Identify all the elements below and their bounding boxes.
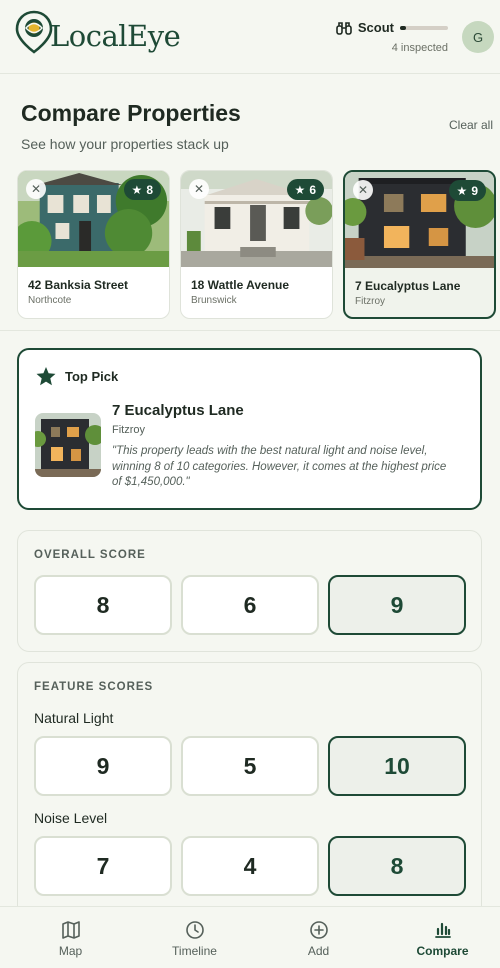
top-pick-card[interactable]: Top Pick 7 Eucalyptus Lane Fitzroy "This…: [17, 348, 482, 510]
feature-scores-title: FEATURE SCORES: [34, 681, 154, 693]
score-value: 6: [309, 182, 316, 197]
property-card-selected[interactable]: ✕ ★ 9 7 Eucalyptus Lane Fitzroy: [343, 170, 496, 319]
score-cell: 6: [181, 575, 319, 635]
overall-score-title: OVERALL SCORE: [34, 549, 146, 561]
bottom-tab-bar: Map Timeline Add Compare: [0, 906, 500, 968]
map-icon: [61, 921, 80, 939]
score-value: 8: [146, 182, 153, 197]
star-icon: ★: [131, 182, 143, 197]
location-pin-icon: [15, 10, 53, 54]
score-cell: 8: [34, 575, 172, 635]
score-badge: ★ 8: [123, 179, 161, 200]
page-title: Compare Properties: [21, 100, 241, 126]
property-suburb: Northcote: [28, 295, 72, 306]
tab-add[interactable]: Add: [256, 907, 381, 968]
app-header: LocalEye Scout 4 inspected G: [0, 0, 500, 74]
divider: [0, 330, 500, 331]
score-value: 9: [471, 183, 478, 198]
score-cell-best: 8: [328, 836, 466, 896]
close-icon: ✕: [357, 183, 369, 197]
score-cell: 7: [34, 836, 172, 896]
property-cards: ✕ ★ 8 42 Banksia Street Northcote ✕ ★ 6 …: [17, 170, 500, 320]
score-cell: 9: [34, 736, 172, 796]
property-card[interactable]: ✕ ★ 6 18 Wattle Avenue Brunswick: [180, 170, 333, 319]
close-icon: ✕: [193, 182, 205, 196]
feature-scores-panel: FEATURE SCORES Natural Light 9 5 10 Nois…: [17, 662, 482, 922]
scout-progress-fill: [400, 25, 406, 30]
overall-score-row: 8 6 9: [34, 575, 466, 635]
close-icon: ✕: [30, 182, 42, 196]
score-badge: ★ 9: [448, 180, 486, 201]
tab-label: Compare: [416, 944, 469, 958]
top-pick-suburb: Fitzroy: [112, 424, 145, 436]
binoculars-icon: [336, 21, 352, 35]
property-name: 18 Wattle Avenue: [191, 278, 290, 292]
overall-score-panel: OVERALL SCORE 8 6 9: [17, 530, 482, 652]
remove-property-button[interactable]: ✕: [353, 180, 373, 200]
avatar[interactable]: G: [462, 21, 494, 53]
tab-label: Add: [307, 944, 330, 958]
feature-score-row: 9 5 10: [34, 736, 466, 796]
tab-timeline[interactable]: Timeline: [132, 907, 257, 968]
top-pick-label: Top Pick: [65, 369, 119, 384]
star-icon: ★: [294, 182, 306, 197]
top-pick-photo: [35, 413, 101, 477]
property-name: 7 Eucalyptus Lane: [355, 279, 461, 293]
scout-label: Scout: [357, 20, 394, 35]
tab-label: Map: [58, 944, 83, 958]
star-icon: ★: [456, 183, 468, 198]
property-name: 42 Banksia Street: [28, 278, 129, 292]
scout-progress-bar: [400, 25, 448, 30]
remove-property-button[interactable]: ✕: [26, 179, 46, 199]
app-name: LocalEye: [50, 19, 181, 53]
star-icon: [36, 367, 56, 386]
score-badge: ★ 6: [286, 179, 324, 200]
remove-property-button[interactable]: ✕: [189, 179, 209, 199]
plus-circle-icon: [309, 921, 328, 939]
tab-compare[interactable]: Compare: [380, 907, 500, 968]
score-cell: 4: [181, 836, 319, 896]
inspected-count: 4 inspected: [391, 42, 448, 54]
clear-all-button[interactable]: Clear all: [449, 118, 493, 132]
score-cell: 5: [181, 736, 319, 796]
feature-score-row: 7 4 8: [34, 836, 466, 896]
bar-chart-icon: [434, 922, 451, 938]
clock-icon: [185, 921, 204, 939]
top-pick-name: 7 Eucalyptus Lane: [112, 402, 244, 419]
score-cell-best: 9: [328, 575, 466, 635]
scout-status[interactable]: Scout 4 inspected: [336, 20, 448, 54]
tab-label: Timeline: [172, 944, 217, 958]
tab-map[interactable]: Map: [8, 907, 133, 968]
property-card[interactable]: ✕ ★ 8 42 Banksia Street Northcote: [17, 170, 170, 319]
property-suburb: Fitzroy: [355, 296, 385, 307]
top-pick-summary: "This property leads with the best natur…: [112, 445, 447, 488]
score-cell-best: 10: [328, 736, 466, 796]
page-subtitle: See how your properties stack up: [21, 136, 229, 152]
feature-label: Noise Level: [34, 810, 108, 826]
feature-label: Natural Light: [34, 710, 114, 726]
property-suburb: Brunswick: [191, 295, 237, 306]
logo[interactable]: LocalEye: [14, 10, 181, 54]
